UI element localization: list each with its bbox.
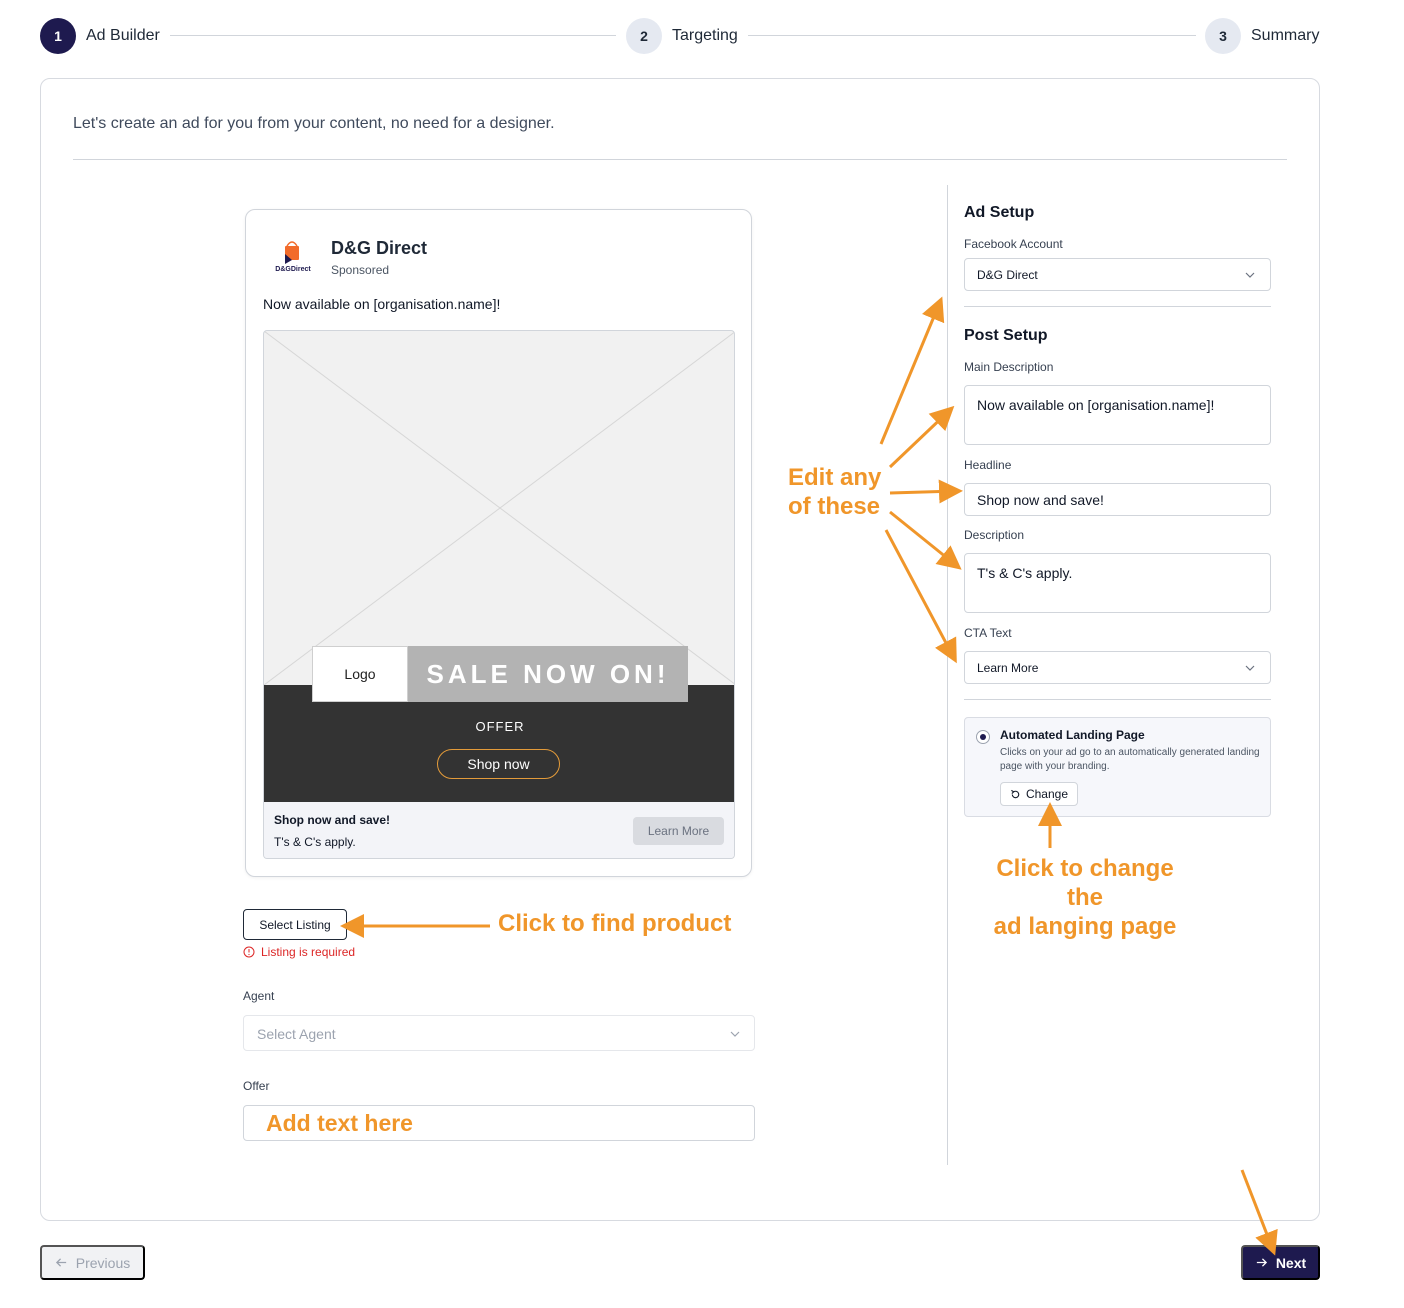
headline-field[interactable]: Shop now and save! — [964, 483, 1271, 516]
landing-page-title: Automated Landing Page — [1000, 728, 1145, 742]
ad-builder-card: Let's create an ad for you from your con… — [40, 78, 1320, 1221]
description-value: T's & C's apply. — [977, 565, 1073, 581]
chevron-down-icon — [1245, 665, 1255, 671]
cta-text-value: Learn More — [977, 661, 1039, 675]
next-label: Next — [1275, 1254, 1307, 1271]
automated-landing-page-option[interactable]: Automated Landing Page Clicks on your ad… — [964, 717, 1271, 817]
brand-name: D&G Direct — [331, 238, 428, 258]
image-placeholder-icon — [264, 331, 734, 685]
annotation-edit-line1: Edit any — [788, 464, 882, 491]
footer-cta-button: Learn More — [633, 817, 724, 845]
step-label: Ad Builder — [86, 27, 160, 44]
chevron-down-icon — [1245, 272, 1255, 278]
annotation-find-product: Click to find product — [498, 910, 732, 937]
step-targeting[interactable]: 2 Targeting — [626, 18, 738, 54]
ad-setup-divider — [964, 306, 1271, 307]
step-connector-2 — [748, 35, 1196, 36]
listing-error-text: Listing is required — [261, 945, 356, 959]
agent-label: Agent — [243, 989, 275, 1003]
agent-select[interactable]: Select Agent — [243, 1015, 755, 1051]
post-text: Now available on [organisation.name]! — [263, 296, 501, 312]
offer-label: OFFER — [475, 719, 525, 734]
offer-label: Offer — [243, 1079, 270, 1093]
main-description-label: Main Description — [964, 360, 1054, 374]
step-ad-builder[interactable]: 1 Ad Builder — [40, 18, 160, 54]
previous-label: Previous — [75, 1254, 131, 1271]
annotation-edit-any: Edit any of these — [788, 463, 881, 521]
next-button[interactable]: Next — [1241, 1245, 1320, 1280]
step-number: 3 — [1205, 18, 1241, 54]
brand-logo-icon: D&GDirect — [275, 241, 311, 273]
step-label: Summary — [1251, 27, 1320, 44]
chevron-down-icon — [730, 1031, 740, 1037]
main-description-field[interactable]: Now available on [organisation.name]! — [964, 385, 1271, 445]
change-landing-page-button[interactable]: Change — [1000, 782, 1078, 806]
annotation-add-text: Add text here — [266, 1110, 413, 1136]
facebook-account-select[interactable]: D&G Direct — [964, 258, 1271, 291]
cta-text-label: CTA Text — [964, 626, 1012, 640]
main-description-value: Now available on [organisation.name]! — [977, 397, 1215, 413]
sale-banner: SALE NOW ON! — [408, 646, 688, 702]
post-setup-divider — [964, 699, 1271, 700]
agent-placeholder: Select Agent — [257, 1026, 336, 1042]
step-summary[interactable]: 3 Summary — [1205, 18, 1319, 54]
annotation-change-line2: ad langing page — [993, 913, 1177, 940]
step-label: Targeting — [672, 27, 738, 44]
select-listing-button[interactable]: Select Listing — [243, 909, 347, 940]
arrow-right-icon — [1256, 1258, 1267, 1267]
annotation-change-line1: Click to change the — [996, 855, 1174, 911]
intro-text: Let's create an ad for you from your con… — [73, 115, 555, 132]
ad-setup-title: Ad Setup — [964, 204, 1035, 221]
creative-logo-box: Logo — [312, 646, 408, 702]
ad-preview: D&GDirect D&G Direct Sponsored Now avail… — [245, 209, 752, 877]
description-field[interactable]: T's & C's apply. — [964, 553, 1271, 613]
cta-text-select[interactable]: Learn More — [964, 651, 1271, 684]
vertical-divider — [947, 185, 948, 1165]
annotation-change-landing: Click to change the ad langing page — [975, 854, 1195, 941]
creative-footer: Shop now and save! T's & C's apply. Lear… — [264, 802, 734, 858]
footer-description: T's & C's apply. — [274, 835, 356, 849]
landing-page-description: Clicks on your ad go to an automatically… — [1000, 747, 1260, 772]
step-number: 1 — [40, 18, 76, 54]
sponsored-label: Sponsored — [331, 263, 390, 277]
landing-page-radio[interactable] — [976, 730, 990, 744]
annotation-edit-line2: of these — [788, 493, 881, 520]
refresh-icon — [1011, 789, 1020, 798]
intro-divider — [73, 159, 1287, 160]
offer-input[interactable]: Add text here — [243, 1105, 755, 1141]
stepper: 1 Ad Builder 2 Targeting 3 Summary — [40, 18, 1320, 54]
ad-creative: Logo SALE NOW ON! OFFER Shop now Shop no… — [263, 330, 735, 859]
offer-band — [264, 685, 734, 802]
facebook-account-value: D&G Direct — [977, 268, 1038, 282]
post-setup-title: Post Setup — [964, 327, 1048, 344]
alert-circle-icon — [243, 946, 255, 958]
footer-headline: Shop now and save! — [274, 813, 391, 827]
step-number: 2 — [626, 18, 662, 54]
shop-now-button: Shop now — [437, 749, 560, 779]
arrow-left-icon — [55, 1258, 66, 1267]
facebook-account-label: Facebook Account — [964, 237, 1063, 251]
change-button-label: Change — [1025, 787, 1069, 801]
headline-value: Shop now and save! — [977, 492, 1104, 508]
step-connector-1 — [170, 35, 616, 36]
description-label: Description — [964, 528, 1025, 542]
previous-button[interactable]: Previous — [40, 1245, 145, 1280]
headline-label: Headline — [964, 458, 1012, 472]
listing-error: Listing is required — [243, 945, 355, 959]
brand-logo-text: D&GDirect — [275, 266, 311, 273]
